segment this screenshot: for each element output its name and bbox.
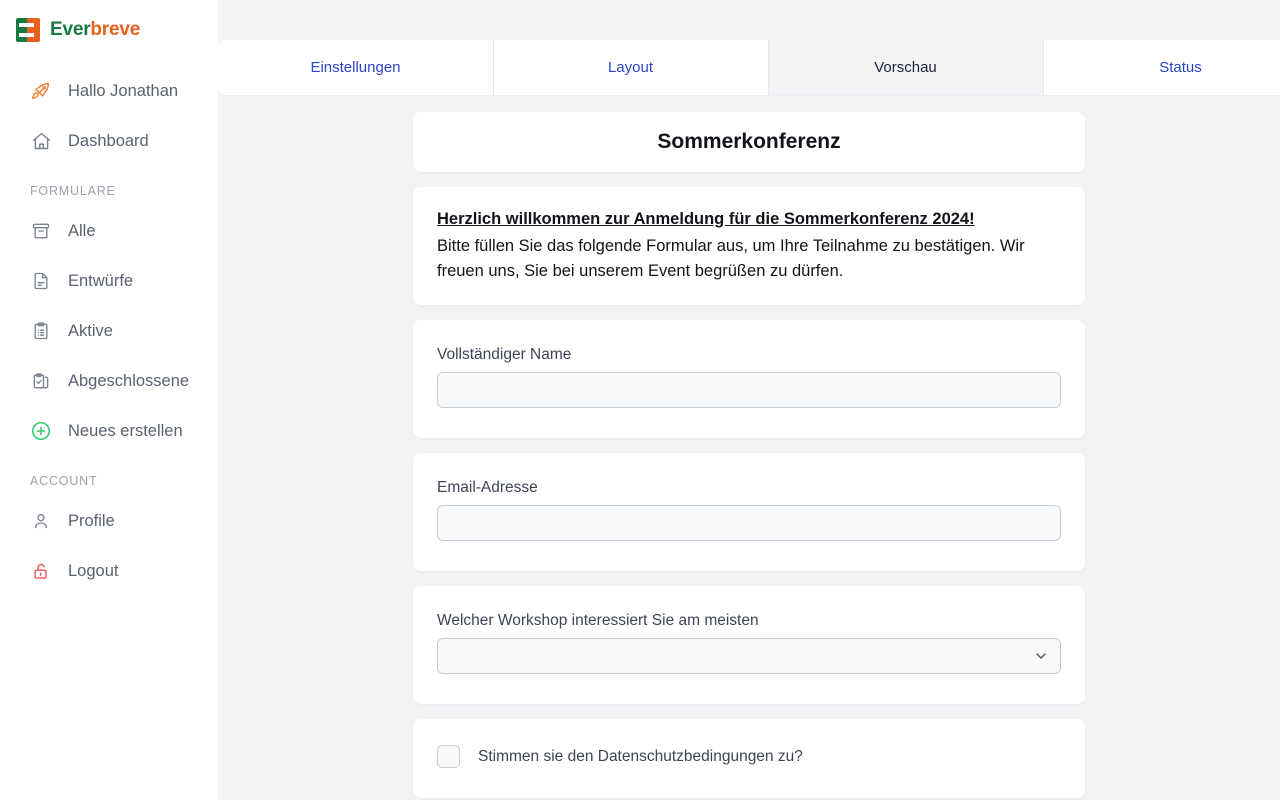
tab-einstellungen[interactable]: Einstellungen bbox=[218, 40, 493, 95]
intro-body: Bitte füllen Sie das folgende Formular a… bbox=[437, 236, 1025, 280]
form-preview-canvas: Sommerkonferenz Herzlich willkommen zur … bbox=[218, 95, 1280, 800]
privacy-checkbox-label: Stimmen sie den Datenschutzbedingungen z… bbox=[478, 747, 803, 765]
document-icon bbox=[30, 270, 52, 292]
intro-heading: Herzlich willkommen zur Anmeldung für di… bbox=[437, 210, 975, 228]
sidebar-item-profile-label: Profile bbox=[68, 511, 115, 530]
workshop-select-wrapper bbox=[437, 638, 1061, 675]
brand-logo[interactable]: Everbreve bbox=[0, 8, 218, 52]
home-icon bbox=[30, 130, 52, 152]
privacy-checkbox[interactable] bbox=[437, 745, 460, 769]
tab-status[interactable]: Status bbox=[1043, 40, 1280, 95]
sidebar-item-abgeschlossene-label: Abgeschlossene bbox=[68, 371, 190, 390]
sidebar-item-aktive-label: Aktive bbox=[68, 321, 113, 340]
sidebar-item-profile[interactable]: Profile bbox=[0, 496, 218, 546]
sidebar-item-entwuerfe[interactable]: Entwürfe bbox=[0, 256, 218, 306]
field-card-privacy: Stimmen sie den Datenschutzbedingungen z… bbox=[413, 719, 1085, 799]
brand-name: Everbreve bbox=[50, 19, 140, 41]
field-card-workshop: Welcher Workshop interessiert Sie am mei… bbox=[413, 586, 1085, 705]
tab-vorschau-label: Vorschau bbox=[874, 59, 937, 76]
field-card-email: Email-Adresse bbox=[413, 453, 1085, 572]
clipboard-check-copy-icon bbox=[30, 370, 52, 392]
tab-status-label: Status bbox=[1159, 59, 1202, 76]
tab-bar: Einstellungen Layout Vorschau Status bbox=[218, 40, 1280, 95]
everbreve-logo-mark-icon bbox=[16, 18, 40, 42]
brand-name-part1: Ever bbox=[50, 19, 91, 40]
tab-vorschau[interactable]: Vorschau bbox=[768, 40, 1043, 95]
privacy-checkbox-row: Stimmen sie den Datenschutzbedingungen z… bbox=[437, 745, 1061, 769]
sidebar-item-logout[interactable]: Logout bbox=[0, 546, 218, 596]
clipboard-list-icon bbox=[30, 320, 52, 342]
sidebar-item-dashboard[interactable]: Dashboard bbox=[0, 116, 218, 166]
email-field-label: Email-Adresse bbox=[437, 479, 538, 497]
workshop-select[interactable] bbox=[437, 638, 1061, 675]
sidebar-greeting-label: Hallo Jonathan bbox=[68, 81, 179, 100]
tab-einstellungen-label: Einstellungen bbox=[310, 59, 401, 76]
name-input[interactable] bbox=[437, 372, 1061, 409]
form-title-card: Sommerkonferenz bbox=[413, 112, 1085, 172]
sidebar-item-abgeschlossene[interactable]: Abgeschlossene bbox=[0, 356, 218, 406]
sidebar-item-neues-erstellen-label: Neues erstellen bbox=[68, 421, 183, 440]
rocket-icon bbox=[30, 80, 52, 102]
archive-icon bbox=[30, 220, 52, 242]
intro-text-card: Herzlich willkommen zur Anmeldung für di… bbox=[413, 187, 1085, 306]
page-title: Sommerkonferenz bbox=[657, 130, 841, 153]
sidebar-item-aktive[interactable]: Aktive bbox=[0, 306, 218, 356]
email-field[interactable] bbox=[437, 505, 1061, 542]
sidebar-section-account: ACCOUNT bbox=[30, 474, 98, 488]
user-icon bbox=[30, 510, 52, 532]
sidebar-section-formulare: FORMULARE bbox=[30, 184, 116, 198]
field-card-name: Vollständiger Name bbox=[413, 320, 1085, 439]
plus-circle-icon bbox=[30, 420, 52, 442]
sidebar-item-alle[interactable]: Alle bbox=[0, 206, 218, 256]
sidebar-item-entwuerfe-label: Entwürfe bbox=[68, 271, 134, 290]
sidebar: Everbreve Hallo Jonathan Dashboard FORMU… bbox=[0, 0, 218, 800]
app-root: Everbreve Hallo Jonathan Dashboard FORMU… bbox=[0, 0, 1280, 800]
sidebar-item-greeting[interactable]: Hallo Jonathan bbox=[0, 66, 218, 116]
sidebar-item-neues-erstellen[interactable]: Neues erstellen bbox=[0, 406, 218, 456]
brand-name-part2: breve bbox=[90, 19, 141, 40]
workshop-field-label: Welcher Workshop interessiert Sie am mei… bbox=[437, 612, 759, 630]
sidebar-item-logout-label: Logout bbox=[68, 561, 119, 580]
name-field-label: Vollständiger Name bbox=[437, 346, 572, 364]
sidebar-dashboard-label: Dashboard bbox=[68, 131, 149, 150]
tab-layout-label: Layout bbox=[607, 59, 654, 76]
unlock-icon bbox=[30, 560, 52, 582]
sidebar-item-alle-label: Alle bbox=[68, 221, 96, 240]
tab-layout[interactable]: Layout bbox=[493, 40, 768, 95]
main-area: Einstellungen Layout Vorschau Status Som… bbox=[218, 0, 1280, 800]
